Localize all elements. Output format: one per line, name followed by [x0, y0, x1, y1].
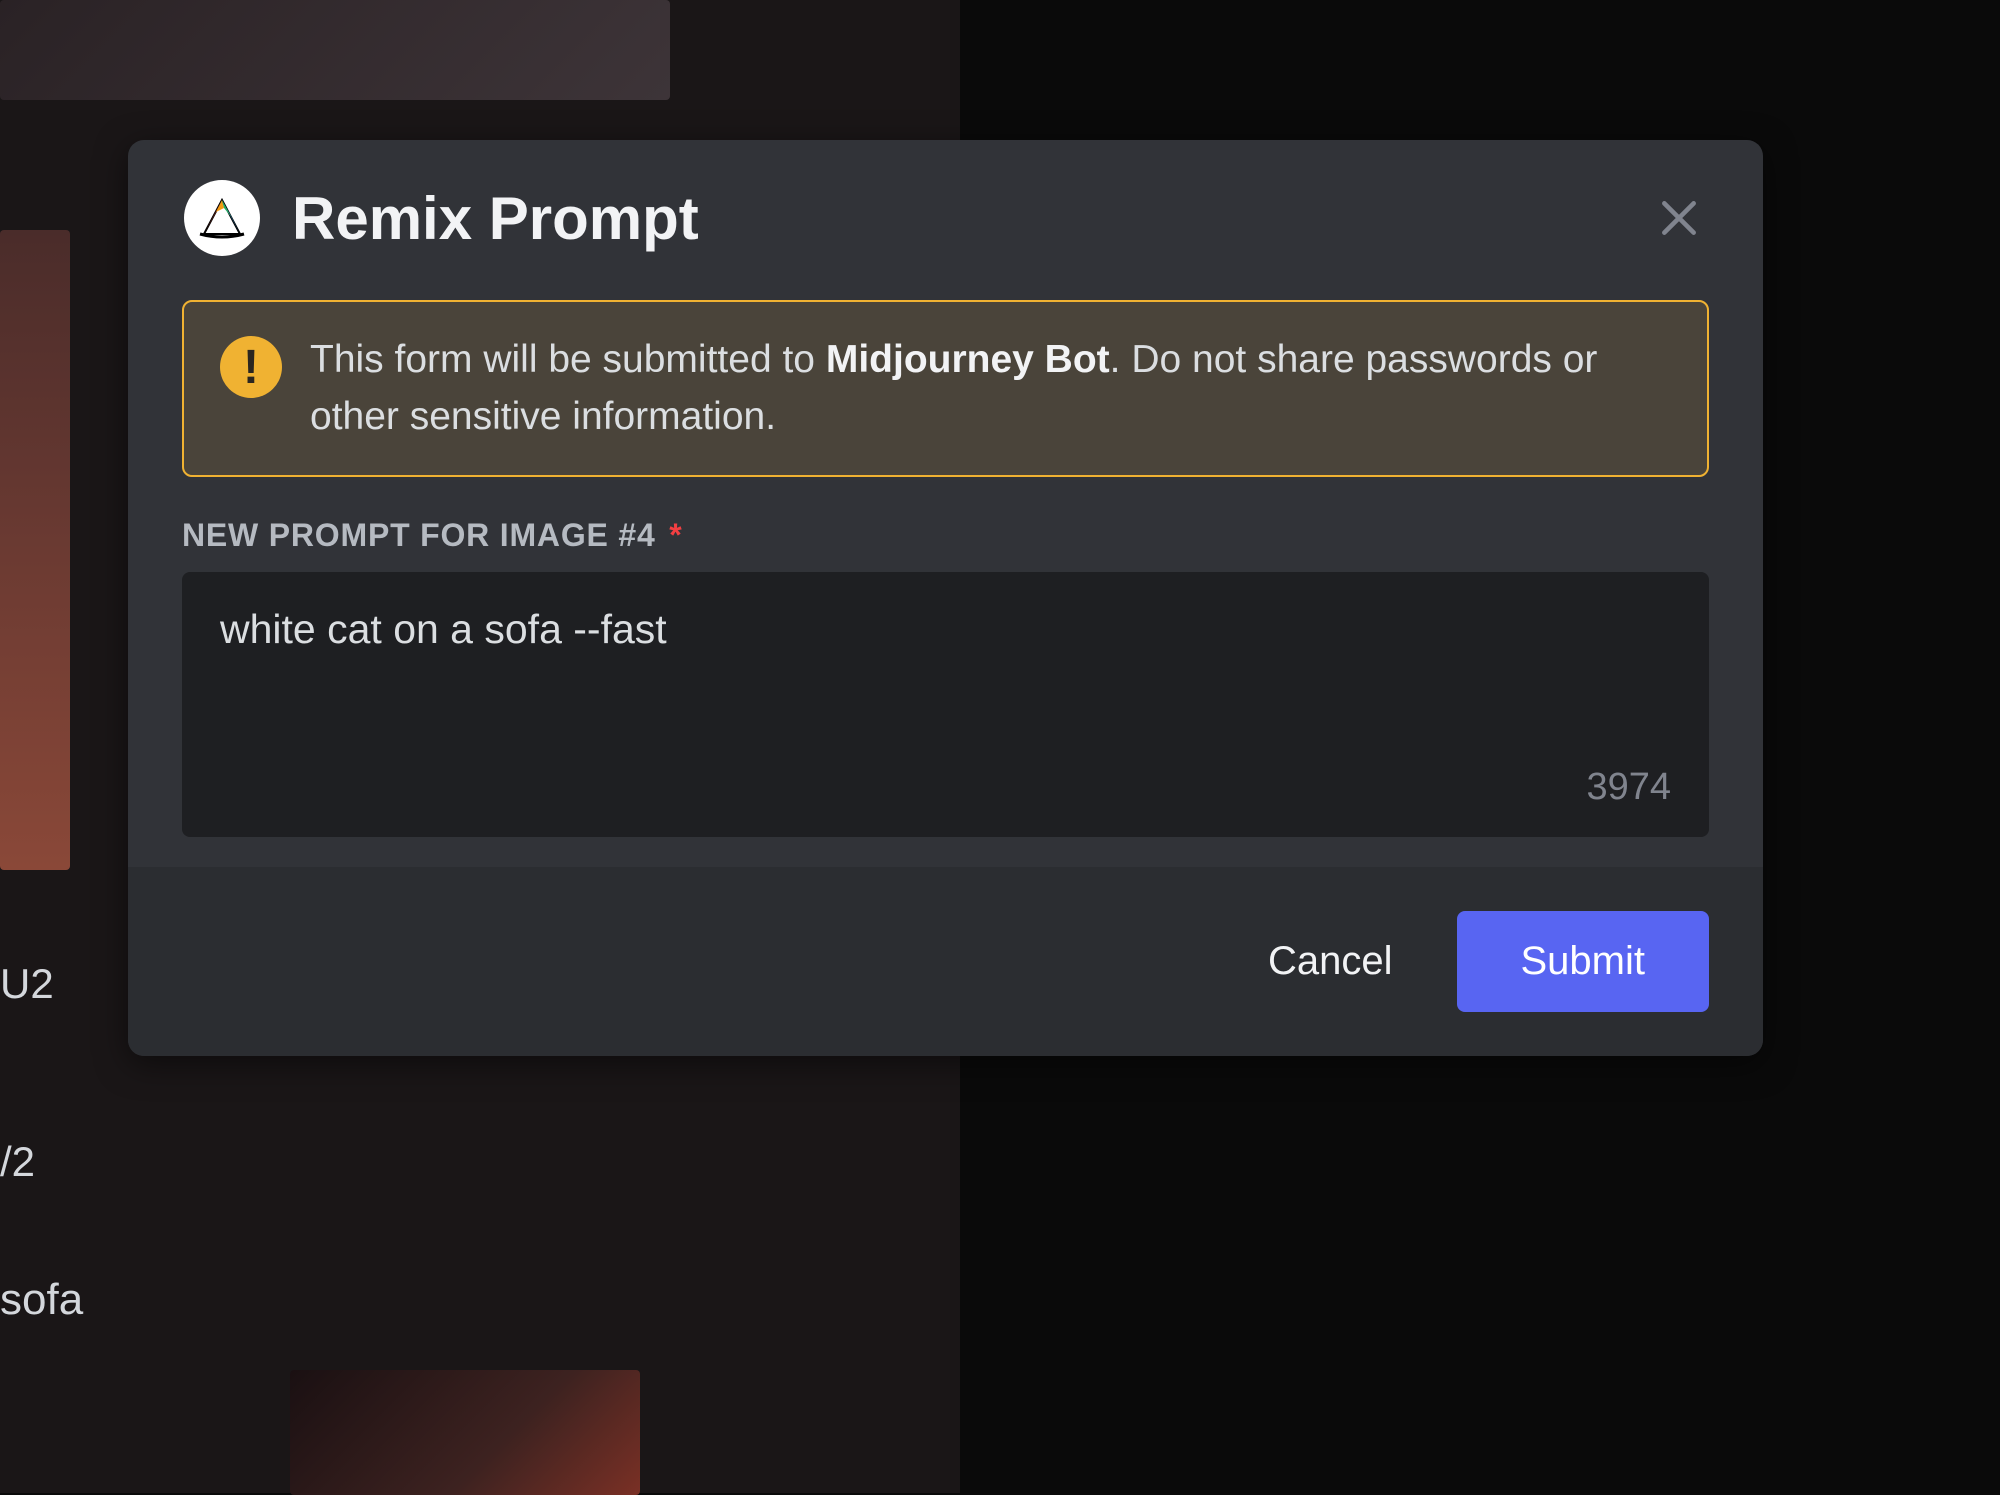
remix-prompt-modal: Remix Prompt ! This form will be submitt…	[128, 140, 1763, 1056]
warning-text-before: This form will be submitted to	[310, 338, 826, 381]
background-image-thumbnail	[0, 0, 670, 100]
cancel-button[interactable]: Cancel	[1252, 927, 1409, 996]
background-upscale-buttons: U2 /2	[0, 960, 54, 1316]
close-button[interactable]	[1651, 190, 1707, 246]
background-button-v2: /2	[0, 1138, 54, 1186]
prompt-field-label: NEW PROMPT FOR IMAGE #4 *	[182, 517, 1709, 554]
warning-banner: ! This form will be submitted to Midjour…	[182, 300, 1709, 477]
character-counter: 3974	[1586, 766, 1671, 809]
required-indicator: *	[669, 517, 682, 553]
prompt-textarea-wrapper: 3974	[182, 572, 1709, 837]
modal-footer: Cancel Submit	[128, 867, 1763, 1056]
modal-title: Remix Prompt	[292, 184, 699, 253]
modal-header: Remix Prompt	[128, 140, 1763, 292]
warning-text: This form will be submitted to Midjourne…	[310, 332, 1671, 445]
warning-bot-name: Midjourney Bot	[826, 338, 1110, 381]
midjourney-bot-avatar-icon	[184, 180, 260, 256]
background-button-u2: U2	[0, 960, 54, 1008]
close-icon	[1657, 196, 1701, 240]
background-image-thumbnail	[0, 230, 70, 870]
background-text-fragment: sofa	[0, 1275, 83, 1325]
modal-title-group: Remix Prompt	[184, 180, 699, 256]
prompt-input[interactable]	[182, 572, 1709, 832]
field-label-text: NEW PROMPT FOR IMAGE #4	[182, 517, 656, 553]
exclamation-icon: !	[220, 336, 282, 398]
background-image-thumbnail	[290, 1370, 640, 1495]
submit-button[interactable]: Submit	[1457, 911, 1710, 1012]
